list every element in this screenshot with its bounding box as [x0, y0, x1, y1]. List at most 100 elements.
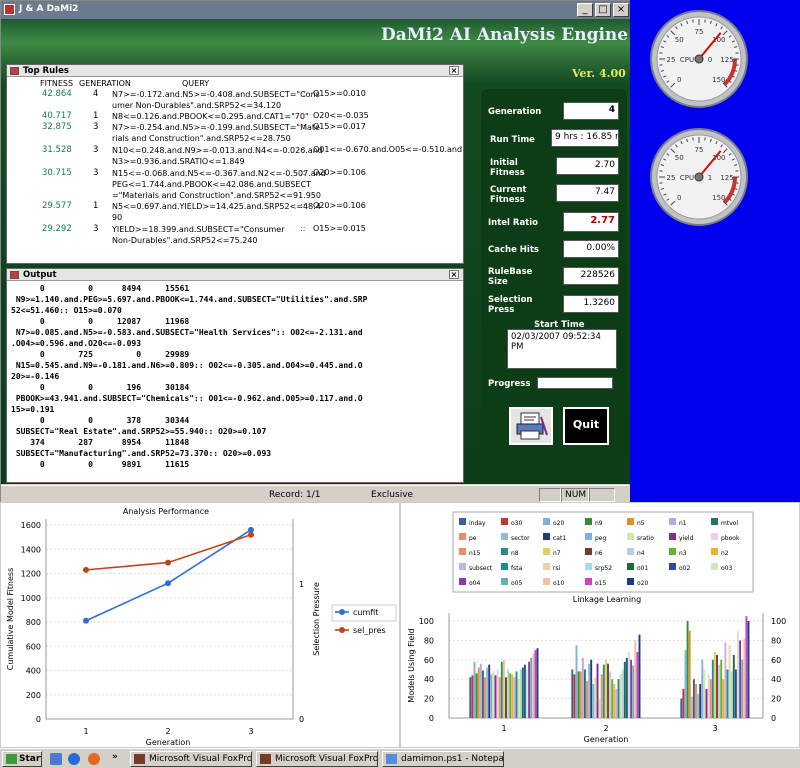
legend-label: mtvol	[721, 520, 738, 527]
bar-n7	[604, 659, 607, 718]
legend-label: n3	[679, 550, 687, 557]
taskbar-item[interactable]: Microsoft Visual FoxPro	[130, 751, 252, 767]
bar-rsi	[728, 645, 731, 718]
analysis-performance-pane: Analysis Performance 0 200 400 600 800 1000 120…	[0, 502, 400, 748]
top-rules-close-button[interactable]: ×	[449, 66, 459, 75]
legend-label: subsect	[469, 565, 493, 572]
legend-swatch	[627, 548, 634, 555]
window-icon	[10, 67, 19, 75]
bar-n2	[722, 679, 725, 718]
generation-label: Generation	[488, 107, 542, 117]
bar-pe	[484, 677, 486, 718]
progress-label: Progress	[488, 379, 531, 389]
close-button[interactable]: ×	[613, 3, 629, 17]
bar-o30	[682, 688, 685, 718]
bar-pbook	[598, 698, 601, 718]
notepad-icon	[386, 754, 397, 764]
bar-o02	[734, 669, 737, 718]
status-bar: Record: 1/1 Exclusive NUM	[1, 485, 631, 503]
bar-o01	[521, 667, 524, 718]
bar-n8	[500, 661, 503, 718]
bar-n8	[711, 659, 714, 718]
bar-subsect	[513, 677, 516, 718]
rule-query-line: N3>=0.936.and.SRATIO<=1.849	[112, 157, 245, 166]
bar-n15	[498, 677, 501, 718]
linkage-learning-pane: inday o30 o20 n9 n5 n1 mtvol pe sector cat1 peg sra…	[400, 502, 800, 748]
legend-label: cat1	[553, 535, 566, 542]
legend-label: n15	[469, 550, 481, 557]
print-button[interactable]	[509, 407, 553, 445]
analysis-performance-chart: Analysis Performance02004006008001000120…	[6, 507, 397, 747]
bar-yield	[705, 688, 708, 718]
legend-swatch	[627, 533, 634, 540]
legend-swatch	[711, 548, 718, 555]
y-tick-label: 400	[26, 667, 41, 676]
bar-n9	[577, 671, 580, 718]
bar-n7	[502, 659, 505, 718]
firefox-icon[interactable]	[88, 753, 100, 765]
bar-pe	[586, 681, 588, 718]
minimize-button[interactable]: _	[577, 3, 593, 17]
maximize-button[interactable]: □	[595, 3, 611, 17]
cache-hits-value: 0.00%	[563, 240, 619, 258]
rule-result: O20>=0.106	[313, 168, 366, 177]
output-line: N15=0.545.and.N9=-0.181.and.N6>=0.809:: …	[11, 361, 363, 370]
bar-n1	[581, 657, 584, 718]
rule-fitness: 29.577	[42, 201, 72, 211]
y2-tick-label: 80	[771, 636, 781, 645]
bar-cat1	[590, 659, 593, 718]
y-tick-label: 1400	[21, 545, 41, 554]
main-window: J & A DaMi2 _ □ × DaMi2 AI Analysis Engi…	[0, 0, 631, 503]
rule-fitness: 30.715	[42, 168, 72, 178]
bar-sector	[697, 693, 700, 718]
window-title-bar[interactable]: J & A DaMi2	[1, 1, 631, 19]
top-rules-title-bar[interactable]: Top Rules ×	[7, 65, 463, 77]
y-tick-label: 0	[36, 715, 41, 724]
legend-swatch	[501, 533, 508, 540]
output-line: 0 0 12087 11968	[11, 317, 190, 326]
progress-bar	[537, 377, 613, 389]
quick-launch-chevron[interactable]: »	[112, 752, 118, 762]
legend-label: srp52	[595, 565, 612, 572]
browser-icon[interactable]	[68, 753, 80, 765]
rule-query-line: ="Materials and Construction".and.SRP52<…	[112, 191, 321, 200]
gauge-tick-label: 125	[720, 174, 733, 182]
legend-swatch	[711, 518, 718, 525]
start-button[interactable]: Start	[2, 751, 42, 767]
legend-swatch	[459, 578, 466, 585]
taskbar-item[interactable]: Microsoft Visual FoxPro	[256, 751, 378, 767]
bar-o01	[732, 654, 735, 718]
rule-query-line: N8<=0.126.and.PBOOK<=0.295.and.CAT1="70"	[112, 112, 309, 121]
legend-swatch	[585, 563, 592, 570]
output-title-bar[interactable]: Output ×	[7, 269, 463, 281]
bar-o04	[739, 640, 742, 718]
y2-tick-label: 0	[299, 715, 304, 724]
output-line: 20>=-0.146	[11, 372, 60, 381]
fitness-header: FITNESS	[40, 79, 74, 88]
foxpro-icon	[134, 754, 145, 764]
taskbar-item[interactable]: damimon.ps1 - Notepad	[382, 751, 504, 767]
bar-srp52	[519, 669, 522, 718]
rule-query-line: N7>=-0.254.and.N5>=-0.199.and.SUBSECT="M…	[112, 123, 320, 132]
output-close-button[interactable]: ×	[449, 270, 459, 279]
rule-query-line: 90	[112, 213, 123, 222]
start-time-value: 02/03/2007 09:52:34 PM	[507, 329, 617, 369]
y-tick-label: 100	[419, 617, 434, 626]
output-line: N7>=0.085.and.N5>=-0.583.and.SUBSECT="He…	[11, 328, 363, 337]
quit-button[interactable]: Quit	[563, 407, 609, 445]
initial-fitness-value: 2.70	[556, 157, 619, 175]
bar-rsi	[517, 679, 520, 718]
legend-label: n5	[637, 520, 645, 527]
intel-ratio-label: Intel Ratio	[488, 218, 539, 228]
rule-result: O01<=-0.670.and.O05<=-0.510.and.O10>	[313, 145, 463, 154]
rules-list[interactable]: 42.864 4 N7>=-0.172.and.N5>=-0.408.and.SUB…	[7, 89, 463, 264]
bar-n1	[479, 663, 482, 718]
bar-n3	[509, 673, 512, 718]
legend-label: sratio	[637, 535, 654, 542]
legend-label: pbook	[721, 535, 740, 542]
bar-mtvol	[692, 679, 695, 718]
output-line: PBOOK>=43.941.and.SUBSECT="Chemicals":: …	[11, 394, 363, 403]
output-text[interactable]: 0 0 8494 15561 N9>=1.140.and.PEG>=5.697.…	[11, 283, 463, 482]
desktop-icon[interactable]	[50, 753, 62, 765]
legend-swatch	[627, 563, 634, 570]
